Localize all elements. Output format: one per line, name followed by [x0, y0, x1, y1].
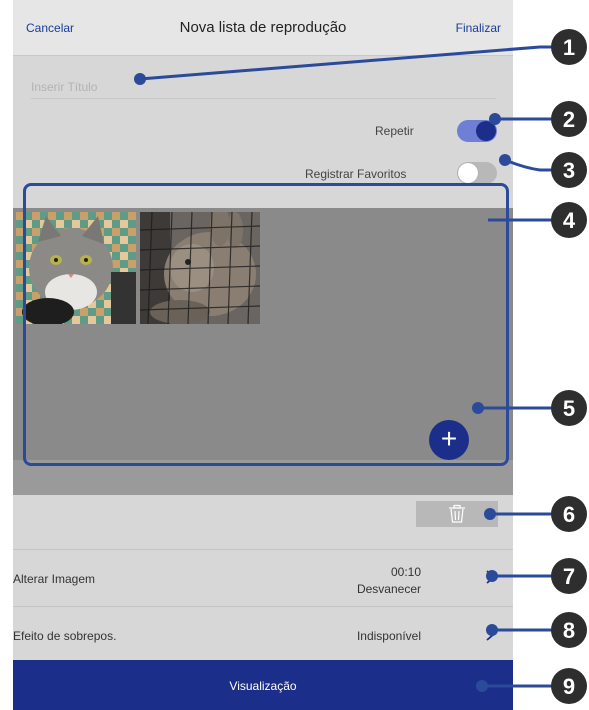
preview-button[interactable]: Visualização — [13, 660, 513, 710]
plus-icon: + — [440, 423, 458, 454]
callout-number-7: 7 — [563, 564, 575, 589]
callout-badge-2 — [551, 101, 587, 137]
app-screen: Cancelar Nova lista de reprodução Finali… — [13, 0, 513, 710]
callout-badge-6 — [551, 496, 587, 532]
title-input[interactable] — [31, 76, 496, 99]
media-thumbnail-cat[interactable] — [16, 212, 136, 324]
callout-badge-5 — [551, 390, 587, 426]
media-thumbnail-rabbit[interactable] — [140, 212, 260, 324]
change-image-row[interactable]: Alterar Imagem 00:10 Desvanecer — [13, 549, 513, 606]
callout-badge-3 — [551, 152, 587, 188]
callout-badge-1 — [551, 29, 587, 65]
header-bar: Cancelar Nova lista de reprodução Finali… — [13, 0, 513, 56]
callout-number-9: 9 — [563, 674, 575, 699]
callout-badges: 1 2 3 4 5 6 7 8 9 — [551, 29, 587, 704]
callout-badge-9 — [551, 668, 587, 704]
favorites-toggle[interactable] — [457, 162, 497, 184]
toggle-knob — [458, 163, 478, 183]
callout-number-5: 5 — [563, 396, 575, 421]
change-image-label: Alterar Imagem — [13, 572, 96, 586]
transition-effect: Desvanecer — [356, 582, 421, 596]
callout-number-6: 6 — [563, 502, 575, 527]
cancel-button[interactable]: Cancelar — [26, 21, 74, 35]
delete-media-button[interactable] — [416, 501, 498, 527]
callout-number-8: 8 — [563, 618, 575, 643]
repeat-label: Repetir — [375, 124, 414, 138]
callout-badge-7 — [551, 558, 587, 594]
chevron-right-icon — [486, 570, 496, 584]
overlay-effect-row[interactable]: Efeito de sobrepos. Indisponível — [13, 606, 513, 663]
callout-number-2: 2 — [563, 107, 575, 132]
callout-number-3: 3 — [563, 158, 575, 183]
image-duration: 00:10 — [390, 565, 421, 579]
toggle-knob — [476, 121, 496, 141]
overlay-effect-value: Indisponível — [356, 629, 421, 643]
trash-icon — [449, 504, 465, 523]
page-title: Nova lista de reprodução — [179, 19, 347, 36]
media-footer-strip — [13, 460, 513, 495]
callout-number-1: 1 — [563, 35, 575, 60]
overlay-effect-label: Efeito de sobrepos. — [13, 629, 117, 643]
chevron-right-icon — [486, 627, 496, 641]
add-media-button[interactable]: + — [429, 420, 469, 460]
cat-photo — [16, 212, 136, 324]
favorites-label: Registrar Favoritos — [305, 167, 407, 181]
callout-badge-4 — [551, 202, 587, 238]
finish-button[interactable]: Finalizar — [456, 21, 501, 35]
callout-badge-8 — [551, 612, 587, 648]
rabbit-photo — [140, 212, 260, 324]
repeat-toggle[interactable] — [457, 120, 497, 142]
callout-number-4: 4 — [563, 208, 576, 233]
